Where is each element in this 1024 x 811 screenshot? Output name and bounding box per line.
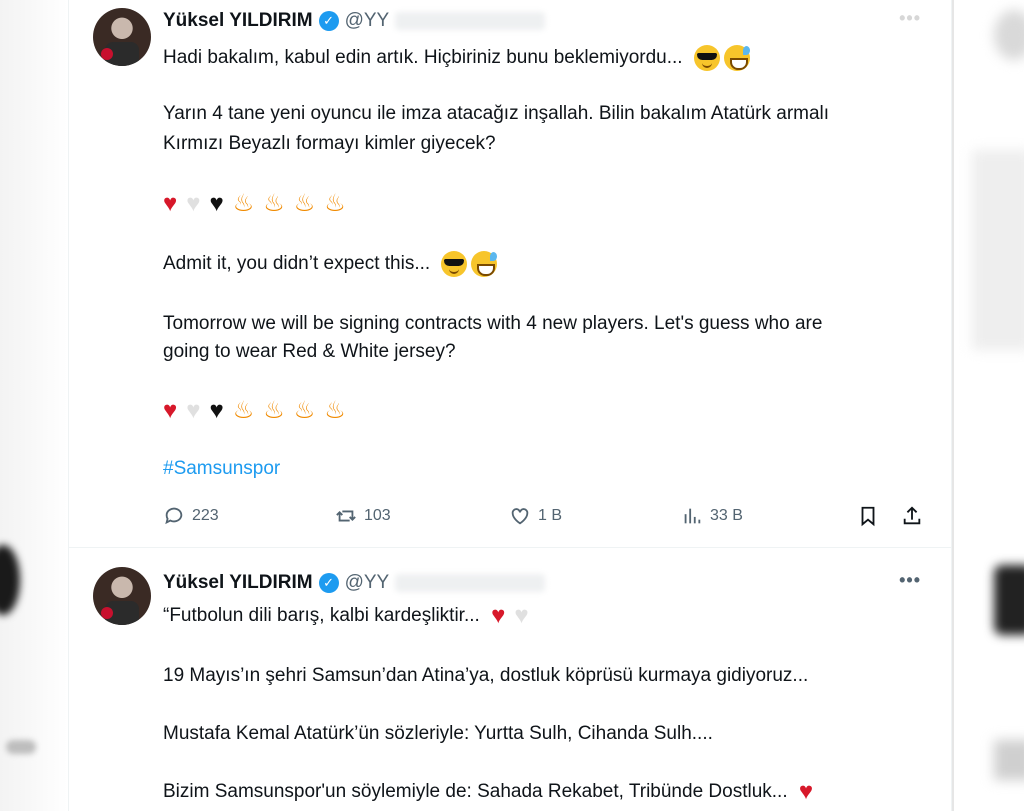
tweet-text-line: “Futbolun dili barış, kalbi kardeşliktir… (163, 602, 538, 629)
reply-icon (165, 507, 183, 525)
red-heart-icon: ♥ (798, 777, 814, 805)
avatar[interactable] (93, 8, 151, 66)
repost-button[interactable]: 103 (335, 505, 391, 527)
tweet-text-line: Admit it, you didn’t expect this... (163, 250, 498, 277)
share-button[interactable] (901, 505, 923, 527)
bookmark-button[interactable] (857, 505, 879, 527)
blurred-avatar (0, 545, 20, 615)
blurred-right-column (952, 0, 1024, 811)
fire-icon: ♨ (324, 396, 346, 424)
author-handle[interactable]: @YY (345, 10, 390, 32)
repost-icon (336, 510, 356, 522)
red-heart-icon: ♥ (163, 396, 178, 424)
author-handle[interactable]: @YY (345, 572, 390, 594)
red-heart-icon: ♥ (163, 189, 178, 217)
tweet-text-line: going to wear Red & White jersey? (163, 341, 456, 362)
tweet-actions: 223 103 1 B 33 B (163, 505, 933, 531)
tweet-text-line: Bizim Samsunspor'un söylemiyle de: Sahad… (163, 778, 822, 805)
tweet-text-line: Mustafa Kemal Atatürk’ün sözleriyle: Yur… (163, 723, 713, 744)
red-heart-icon: ♥ (491, 601, 506, 629)
bookmark-icon (861, 506, 875, 527)
sweat-smile-emoji-icon (471, 250, 498, 277)
white-heart-icon: ♥ (514, 601, 529, 629)
avatar-detail (101, 48, 113, 60)
blurred-element (6, 740, 36, 754)
repost-count: 103 (364, 507, 391, 524)
tweet-text: Bizim Samsunspor'un söylemiyle de: Sahad… (163, 781, 788, 802)
black-heart-icon: ♥ (209, 189, 224, 217)
fire-icon: ♨ (232, 189, 255, 217)
avatar[interactable] (93, 567, 151, 625)
tweet[interactable]: Yüksel YILDIRIM ✓ @YY ••• Hadi bakalım, … (69, 0, 951, 548)
tweet-text: Admit it, you didn’t expect this... (163, 253, 431, 274)
tweet-text: “Futbolun dili barış, kalbi kardeşliktir… (163, 605, 480, 626)
emoji-row: ♥ ♥ ♥ ♨ ♨ ♨ ♨ (163, 397, 355, 424)
white-heart-icon: ♥ (186, 189, 201, 217)
like-count: 1 B (538, 507, 563, 524)
avatar-detail (101, 607, 113, 619)
views-button[interactable]: 33 B (681, 505, 743, 527)
views-count: 33 B (710, 507, 743, 524)
fire-icon: ♨ (232, 396, 255, 424)
cool-face-emoji-icon (441, 250, 468, 277)
sweat-smile-emoji-icon (723, 44, 750, 71)
white-heart-icon: ♥ (186, 396, 201, 424)
author-name[interactable]: Yüksel YILDIRIM (163, 572, 313, 594)
tweet[interactable]: Yüksel YILDIRIM ✓ @YY ••• “Futbolun dili… (69, 548, 951, 811)
hashtag-link[interactable]: #Samsunspor (163, 455, 280, 482)
reply-button[interactable]: 223 (163, 505, 219, 527)
blurred-element (994, 740, 1024, 780)
handle-redaction (395, 12, 546, 30)
heart-icon (511, 508, 529, 525)
blurred-element (994, 565, 1024, 635)
blurred-element (972, 150, 1024, 350)
fire-icon: ♨ (263, 396, 285, 424)
fire-icon: ♨ (324, 189, 346, 217)
blurred-element (994, 10, 1024, 60)
tweet-feed: Yüksel YILDIRIM ✓ @YY ••• Hadi bakalım, … (68, 0, 952, 811)
tweet-text-line: Kırmızı Beyazlı formayı kimler giyecek? (163, 133, 496, 154)
blurred-left-column (0, 0, 68, 811)
tweet-header: Yüksel YILDIRIM ✓ @YY (163, 10, 546, 32)
tweet-text-line: 19 Mayıs’ın şehri Samsun’dan Atina’ya, d… (163, 665, 809, 686)
verified-badge-icon: ✓ (318, 11, 339, 31)
black-heart-icon: ♥ (209, 396, 224, 424)
tweet-text-line: Tomorrow we will be signing contracts wi… (163, 313, 823, 334)
tweet-text: Hadi bakalım, kabul edin artık. Hiçbirin… (163, 47, 683, 68)
cool-face-emoji-icon (693, 44, 720, 71)
tweet-text-line: Yarın 4 tane yeni oyuncu ile imza atacağ… (163, 103, 830, 124)
share-icon (903, 506, 921, 525)
views-icon (684, 508, 701, 524)
fire-icon: ♨ (263, 189, 285, 217)
fire-icon: ♨ (293, 189, 316, 217)
handle-redaction (395, 574, 546, 592)
author-name[interactable]: Yüksel YILDIRIM (163, 10, 313, 32)
emoji-row: ♥ ♥ ♥ ♨ ♨ ♨ ♨ (163, 190, 355, 217)
more-options-icon[interactable]: ••• (899, 8, 921, 29)
more-options-icon[interactable]: ••• (899, 570, 921, 591)
tweet-header: Yüksel YILDIRIM ✓ @YY (163, 572, 546, 594)
like-button[interactable]: 1 B (509, 505, 562, 527)
tweet-text-line: Hadi bakalım, kabul edin artık. Hiçbirin… (163, 44, 750, 71)
fire-icon: ♨ (293, 396, 316, 424)
reply-count: 223 (192, 507, 219, 524)
verified-badge-icon: ✓ (318, 573, 339, 593)
